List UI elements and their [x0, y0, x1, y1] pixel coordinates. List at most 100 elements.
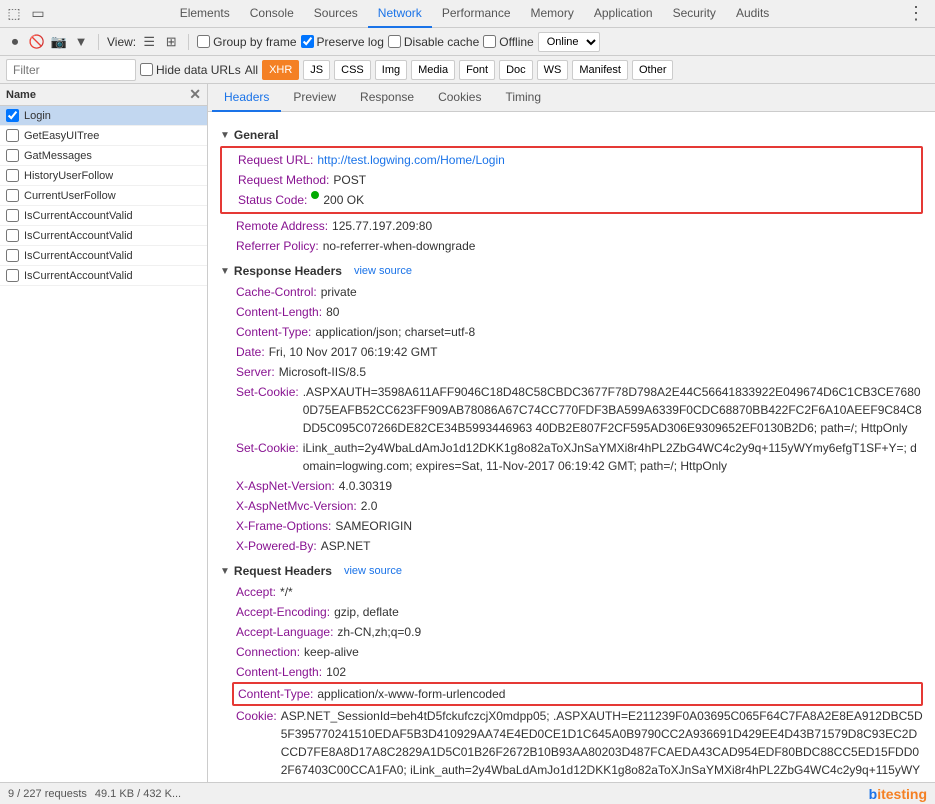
filter-js-btn[interactable]: JS	[303, 60, 330, 80]
detail-tab-preview[interactable]: Preview	[281, 84, 348, 112]
list-item-checkbox[interactable]	[6, 229, 19, 242]
tab-performance[interactable]: Performance	[432, 0, 521, 28]
filter-other-btn[interactable]: Other	[632, 60, 674, 80]
list-item-name: Login	[24, 110, 51, 122]
tab-elements[interactable]: Elements	[170, 0, 240, 28]
request-headers-title: Request Headers	[234, 564, 332, 578]
list-item[interactable]: IsCurrentAccountValid	[0, 206, 207, 226]
request-header-row: Accept:*/*	[220, 582, 923, 602]
list-item-checkbox[interactable]	[6, 109, 19, 122]
general-section-header[interactable]: ▼ General	[220, 128, 923, 142]
tab-audits[interactable]: Audits	[726, 0, 779, 28]
more-tabs-icon[interactable]: ⋮	[901, 3, 931, 24]
list-item[interactable]: IsCurrentAccountValid	[0, 226, 207, 246]
tab-application[interactable]: Application	[584, 0, 663, 28]
list-item-checkbox[interactable]	[6, 149, 19, 162]
list-item[interactable]: HistoryUserFollow	[0, 166, 207, 186]
response-header-key: X-Frame-Options:	[236, 517, 331, 535]
close-panel-icon[interactable]: ✕	[189, 86, 201, 103]
preserve-log-label: Preserve log	[317, 35, 384, 49]
response-header-value: iLink_auth=2y4WbaLdAmJo1d12DKK1g8o82aToX…	[303, 439, 923, 475]
offline-checkbox[interactable]: Offline	[483, 35, 533, 49]
list-item-checkbox[interactable]	[6, 189, 19, 202]
general-title: General	[234, 128, 279, 142]
tab-network[interactable]: Network	[368, 0, 432, 28]
tab-security[interactable]: Security	[663, 0, 726, 28]
list-item[interactable]: IsCurrentAccountValid	[0, 246, 207, 266]
request-headers-section-header[interactable]: ▼ Request Headers view source	[220, 564, 923, 578]
response-header-key: X-AspNetMvc-Version:	[236, 497, 357, 515]
list-item-name: HistoryUserFollow	[24, 170, 113, 182]
response-header-value: 2.0	[361, 497, 378, 515]
filter-input[interactable]	[6, 59, 136, 81]
logo-itesting: itesting	[877, 786, 927, 802]
preserve-log-checkbox[interactable]: Preserve log	[301, 35, 384, 49]
disable-cache-checkbox[interactable]: Disable cache	[388, 35, 479, 49]
list-item-checkbox[interactable]	[6, 169, 19, 182]
tree-view-icon[interactable]: ⊞	[162, 33, 180, 51]
request-url-key: Request URL:	[238, 151, 313, 169]
record-icon[interactable]: ⏺	[6, 33, 24, 51]
response-headers-triangle: ▼	[220, 266, 230, 277]
request-header-row: Content-Length:102	[220, 662, 923, 682]
offline-input[interactable]	[483, 35, 496, 48]
list-item-checkbox[interactable]	[6, 269, 19, 282]
response-header-row: X-Frame-Options:SAMEORIGIN	[220, 516, 923, 536]
filter-media-btn[interactable]: Media	[411, 60, 455, 80]
list-item-checkbox[interactable]	[6, 209, 19, 222]
response-header-key: X-Powered-By:	[236, 537, 317, 555]
filter-all-label: All	[245, 63, 258, 77]
detail-tab-cookies[interactable]: Cookies	[426, 84, 493, 112]
list-view-icon[interactable]: ☰	[140, 33, 158, 51]
response-header-row: Content-Length:80	[220, 302, 923, 322]
disable-cache-input[interactable]	[388, 35, 401, 48]
device-icon[interactable]: ▭	[28, 4, 48, 24]
list-item[interactable]: IsCurrentAccountValid	[0, 266, 207, 286]
response-header-key: X-AspNet-Version:	[236, 477, 335, 495]
list-item-checkbox[interactable]	[6, 129, 19, 142]
request-method-row: Request Method: POST	[222, 170, 921, 190]
list-item[interactable]: CurrentUserFollow	[0, 186, 207, 206]
clear-icon[interactable]: 🚫	[28, 33, 46, 51]
list-item-checkbox[interactable]	[6, 249, 19, 262]
detail-tab-response[interactable]: Response	[348, 84, 426, 112]
response-header-value: private	[321, 283, 357, 301]
response-headers-section-header[interactable]: ▼ Response Headers view source	[220, 264, 923, 278]
tab-memory[interactable]: Memory	[521, 0, 584, 28]
filter-css-btn[interactable]: CSS	[334, 60, 371, 80]
list-item[interactable]: Login	[0, 106, 207, 126]
filter-manifest-btn[interactable]: Manifest	[572, 60, 628, 80]
request-headers-view-source[interactable]: view source	[344, 565, 402, 577]
group-by-frame-checkbox[interactable]: Group by frame	[197, 35, 296, 49]
response-header-key: Set-Cookie:	[236, 439, 299, 475]
preserve-log-input[interactable]	[301, 35, 314, 48]
filter-row: Hide data URLs All XHR JS CSS Img Media …	[0, 56, 935, 84]
response-header-key: Server:	[236, 363, 275, 381]
list-item[interactable]: GatMessages	[0, 146, 207, 166]
detail-tab-headers[interactable]: Headers	[212, 84, 281, 112]
list-item[interactable]: GetEasyUITree	[0, 126, 207, 146]
response-headers-view-source[interactable]: view source	[354, 265, 412, 277]
filter-icon[interactable]: ▼	[72, 33, 90, 51]
remote-address-value: 125.77.197.209:80	[332, 217, 432, 235]
group-by-frame-input[interactable]	[197, 35, 210, 48]
tab-console[interactable]: Console	[240, 0, 304, 28]
response-header-key: Content-Type:	[236, 323, 311, 341]
tab-sources[interactable]: Sources	[304, 0, 368, 28]
response-header-key: Set-Cookie:	[236, 383, 299, 437]
online-select[interactable]: Online	[538, 32, 600, 52]
filter-font-btn[interactable]: Font	[459, 60, 495, 80]
filter-xhr-btn[interactable]: XHR	[262, 60, 299, 80]
hide-data-urls-checkbox[interactable]: Hide data URLs	[140, 63, 241, 77]
filter-img-btn[interactable]: Img	[375, 60, 407, 80]
detail-tab-timing[interactable]: Timing	[493, 84, 553, 112]
camera-icon[interactable]: 📷	[50, 33, 68, 51]
request-header-key: Content-Length:	[236, 663, 322, 681]
filter-doc-btn[interactable]: Doc	[499, 60, 533, 80]
inspect-icon[interactable]: ⬚	[4, 4, 24, 24]
response-header-value: 80	[326, 303, 339, 321]
response-header-row: X-AspNet-Version:4.0.30319	[220, 476, 923, 496]
filter-ws-btn[interactable]: WS	[537, 60, 569, 80]
remote-address-key: Remote Address:	[236, 217, 328, 235]
hide-data-urls-input[interactable]	[140, 63, 153, 76]
